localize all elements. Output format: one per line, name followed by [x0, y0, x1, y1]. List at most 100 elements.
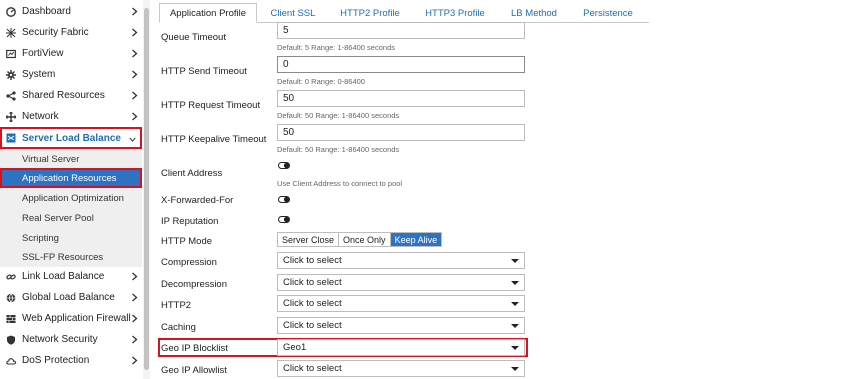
caret-down-icon [511, 346, 519, 350]
caret-down-icon [511, 302, 519, 306]
sidebar-item-fortiview[interactable]: FortiView [0, 43, 142, 64]
sidebar-item-label: Network [22, 111, 59, 122]
http-mode-keep-alive[interactable]: Keep Alive [390, 233, 442, 246]
caching-select[interactable]: Click to select [277, 317, 525, 334]
queue-timeout-input[interactable]: 5 [277, 22, 525, 39]
http2-label: HTTP2 [161, 300, 192, 311]
http-keepalive-timeout-hint: Default: 50 Range: 1-86400 seconds [277, 145, 400, 154]
sidebar-item-label: Security Fabric [22, 27, 89, 38]
geo-ip-allowlist-label: Geo IP Allowlist [161, 365, 227, 376]
sidebar-item-network[interactable]: Network [0, 106, 142, 127]
http-request-timeout-input[interactable]: 50 [277, 90, 525, 107]
sidebar-item-dos-protection[interactable]: DoS Protection [0, 350, 142, 371]
share-icon [6, 90, 16, 101]
chevron-right-icon [130, 68, 138, 80]
chevron-right-icon [130, 312, 138, 324]
sidebar-item-label: Network Security [22, 334, 98, 345]
scrollbar-thumb[interactable] [144, 8, 149, 370]
sidebar-item-label: Server Load Balance [22, 132, 121, 144]
sidebar-item-dashboard[interactable]: Dashboard [0, 1, 142, 22]
sidebar-scrollbar[interactable] [143, 0, 150, 379]
ip-reputation-toggle[interactable] [278, 216, 290, 223]
network-icon [6, 111, 16, 122]
tab-client-ssl[interactable]: Client SSL [265, 3, 321, 23]
sidebar: Dashboard Security Fabric FortiView Syst… [0, 0, 142, 379]
sidebar-item-security-fabric[interactable]: Security Fabric [0, 22, 142, 43]
sidebar-subitem-virtual-server[interactable]: Virtual Server [0, 149, 142, 169]
queue-timeout-hint: Default: 5 Range: 1-86400 seconds [277, 43, 395, 52]
caret-down-icon [511, 259, 519, 263]
http2-value: Click to select [283, 298, 342, 309]
decompression-select[interactable]: Click to select [277, 274, 525, 291]
http-keepalive-timeout-input[interactable]: 50 [277, 124, 525, 141]
tab-application-profile[interactable]: Application Profile [159, 3, 257, 23]
caret-down-icon [511, 324, 519, 328]
caching-label: Caching [161, 322, 196, 333]
sidebar-item-label: DoS Protection [22, 355, 90, 366]
client-address-hint: Use Client Address to connect to pool [277, 179, 403, 188]
chevron-right-icon [130, 354, 138, 366]
http-keepalive-timeout-label: HTTP Keepalive Timeout [161, 134, 267, 145]
http-send-timeout-label: HTTP Send Timeout [161, 66, 247, 77]
geo-ip-blocklist-value: Geo1 [283, 342, 307, 353]
dashboard-icon [6, 6, 16, 17]
sidebar-item-network-security[interactable]: Network Security [0, 329, 142, 350]
decompression-value: Click to select [283, 277, 342, 288]
caching-value: Click to select [283, 320, 342, 331]
tab-persistence[interactable]: Persistence [577, 3, 639, 23]
chevron-right-icon [130, 270, 138, 282]
chevron-right-icon [130, 333, 138, 345]
tab-lb-method[interactable]: LB Method [506, 3, 562, 23]
tab-http2-profile[interactable]: HTTP2 Profile [335, 3, 405, 23]
geo-ip-allowlist-value: Click to select [283, 363, 342, 374]
sidebar-item-shared-resources[interactable]: Shared Resources [0, 85, 142, 106]
caret-down-icon [511, 367, 519, 371]
http-send-timeout-input[interactable]: 0 [277, 56, 525, 73]
chevron-right-icon [130, 26, 138, 38]
gear-icon [6, 69, 16, 80]
sidebar-item-link-load-balance[interactable]: Link Load Balance [0, 266, 142, 287]
sidebar-subitem-application-optimization[interactable]: Application Optimization [0, 188, 142, 208]
http-mode-server-close[interactable]: Server Close [278, 233, 340, 246]
shield-icon [6, 335, 16, 345]
sidebar-item-global-load-balance[interactable]: Global Load Balance [0, 287, 142, 308]
globe-icon [6, 292, 16, 303]
link-icon [6, 272, 16, 282]
sidebar-subitem-application-resources[interactable]: Application Resources [0, 168, 142, 188]
http-mode-label: HTTP Mode [161, 236, 213, 247]
chevron-right-icon [130, 291, 138, 303]
client-address-toggle[interactable] [278, 162, 290, 169]
sidebar-item-web-application-firewall[interactable]: Web Application Firewall [0, 308, 142, 329]
http2-select[interactable]: Click to select [277, 295, 525, 312]
cloud-icon [6, 356, 16, 366]
compression-select[interactable]: Click to select [277, 252, 525, 269]
geo-ip-allowlist-select[interactable]: Click to select [277, 360, 525, 377]
http-request-timeout-label: HTTP Request Timeout [161, 100, 261, 111]
ip-reputation-label: IP Reputation [161, 216, 219, 227]
sidebar-subitem-ssl-fp-resources[interactable]: SSL-FP Resources [0, 247, 142, 267]
http-mode-once-only[interactable]: Once Only [339, 233, 391, 246]
compression-value: Click to select [283, 255, 342, 266]
sidebar-item-system[interactable]: System [0, 64, 142, 85]
compression-label: Compression [161, 257, 217, 268]
x-forwarded-for-label: X-Forwarded-For [161, 195, 234, 206]
tab-http3-profile[interactable]: HTTP3 Profile [420, 3, 490, 23]
sidebar-subitem-scripting[interactable]: Scripting [0, 228, 142, 248]
chevron-right-icon [130, 5, 138, 17]
geo-ip-blocklist-select[interactable]: Geo1 [277, 339, 525, 356]
sidebar-item-label: System [22, 69, 56, 80]
sidebar-item-label: Link Load Balance [22, 271, 105, 282]
sidebar-subitem-real-server-pool[interactable]: Real Server Pool [0, 208, 142, 228]
chevron-right-icon [130, 89, 138, 101]
http-send-timeout-hint: Default: 0 Range: 0-86400 [277, 77, 365, 86]
fortiview-icon [6, 49, 16, 59]
sidebar-item-server-load-balance[interactable]: Server Load Balance [0, 127, 142, 149]
http-mode-segmented-control: Server Close Once Only Keep Alive [277, 232, 443, 247]
tab-bar: Application Profile Client SSL HTTP2 Pro… [159, 3, 649, 23]
sidebar-item-label: Web Application Firewall [22, 313, 131, 324]
chevron-down-icon [128, 133, 136, 145]
decompression-label: Decompression [161, 279, 227, 290]
x-forwarded-for-toggle[interactable] [278, 196, 290, 203]
sidebar-item-label: Dashboard [22, 6, 71, 17]
chevron-right-icon [130, 110, 138, 122]
